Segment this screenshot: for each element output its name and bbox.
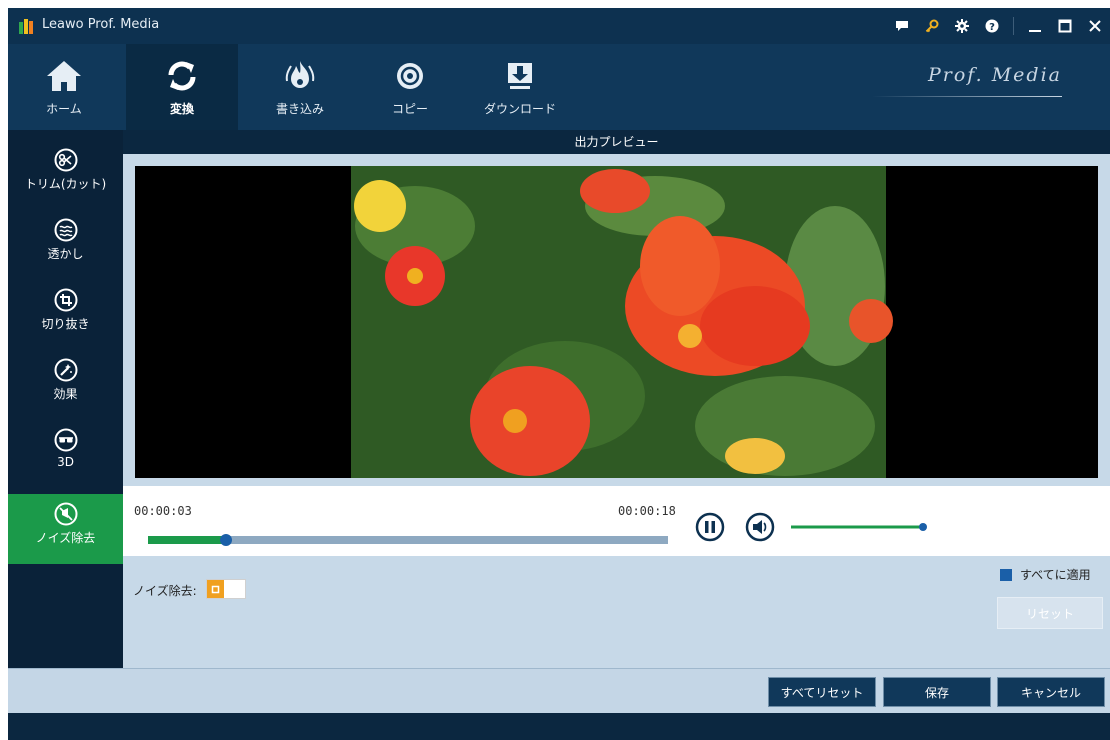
seek-fill: [148, 536, 226, 544]
app-title: Leawo Prof. Media: [42, 17, 160, 32]
apply-all-label: すべてに適用: [1020, 568, 1091, 582]
toggle-off-icon: [211, 585, 220, 593]
title-bar: Leawo Prof. Media ?: [8, 8, 1110, 44]
sidebar-item-label: 切り抜き: [41, 317, 90, 331]
sidebar-item-trim[interactable]: トリム(カット): [8, 140, 123, 210]
volume-fill: [791, 525, 923, 529]
brand-logo: Prof. Media: [927, 64, 1062, 86]
sidebar-item-label: トリム(カット): [24, 177, 107, 191]
tab-copy-label: コピー: [391, 102, 428, 116]
pause-button[interactable]: [695, 512, 725, 542]
main-panel: 出力プレビュー 00:00:03 00:00:18 ノイズ除去: すべてに適用 …: [123, 130, 1110, 668]
pause-icon: [695, 512, 725, 542]
brand-underline: [872, 96, 1062, 97]
reset-button[interactable]: リセット: [997, 597, 1103, 629]
speaker-icon: [745, 512, 775, 542]
sidebar-item-label: 透かし: [47, 247, 84, 261]
denoise-icon: [54, 502, 77, 526]
sidebar-item-crop[interactable]: 切り抜き: [8, 280, 123, 350]
copy-disc-icon: [397, 63, 423, 89]
reset-all-button[interactable]: すべてリセット: [768, 677, 876, 707]
tab-download-label: ダウンロード: [483, 102, 556, 116]
3d-glasses-icon: [54, 428, 77, 452]
minimize-icon[interactable]: [1020, 8, 1050, 44]
title-bar-icons: ?: [887, 8, 1110, 44]
save-button[interactable]: 保存: [883, 677, 991, 707]
denoise-settings: ノイズ除去: すべてに適用 リセット: [123, 556, 1110, 668]
playback-controls: 00:00:03 00:00:18: [123, 486, 1110, 556]
scissors-icon: [54, 148, 77, 172]
tab-convert[interactable]: 変換: [126, 44, 238, 130]
burn-icon: [285, 61, 315, 88]
checkbox-icon: [1000, 568, 1012, 581]
seek-bar[interactable]: [143, 531, 673, 549]
maximize-icon[interactable]: [1050, 8, 1080, 44]
title-separator: [1013, 17, 1014, 35]
apply-all-checkbox[interactable]: すべてに適用: [1000, 566, 1091, 583]
convert-icon: [168, 61, 196, 91]
tab-home-label: ホーム: [46, 102, 82, 116]
chat-icon[interactable]: [887, 8, 917, 44]
tab-convert-label: 変換: [169, 102, 194, 116]
video-preview[interactable]: [135, 166, 1098, 478]
sidebar-item-3d[interactable]: 3D: [8, 420, 123, 490]
tab-download[interactable]: ダウンロード: [464, 44, 576, 130]
cancel-button[interactable]: キャンセル: [997, 677, 1105, 707]
home-icon: [47, 61, 81, 91]
app-window: Leawo Prof. Media ? ホーム 変換 書き込み コピー ダウンロ…: [8, 8, 1110, 740]
noise-toggle[interactable]: [206, 579, 246, 599]
preview-title: 出力プレビュー: [123, 130, 1110, 154]
tab-burn[interactable]: 書き込み: [244, 44, 356, 130]
watermark-icon: [54, 218, 77, 242]
noise-label: ノイズ除去:: [133, 584, 197, 598]
download-icon: [508, 63, 532, 89]
volume-slider[interactable]: [787, 520, 937, 534]
seek-handle: [220, 534, 232, 546]
close-icon[interactable]: [1080, 8, 1110, 44]
sidebar-item-effect[interactable]: 効果: [8, 350, 123, 420]
tab-home[interactable]: ホーム: [8, 44, 120, 130]
crop-icon: [54, 288, 77, 312]
current-time: 00:00:03: [134, 504, 192, 518]
tab-burn-label: 書き込み: [275, 102, 324, 116]
tab-copy[interactable]: コピー: [354, 44, 466, 130]
total-time: 00:00:18: [618, 504, 676, 518]
status-bar: [8, 713, 1110, 740]
edit-sidebar: トリム(カット) 透かし 切り抜き 効果 3D ノイズ除去: [8, 130, 123, 668]
key-icon[interactable]: [917, 8, 947, 44]
gear-icon[interactable]: [947, 8, 977, 44]
sidebar-item-denoise[interactable]: ノイズ除去: [8, 494, 123, 564]
footer-bar: すべてリセット 保存 キャンセル: [8, 668, 1110, 713]
sidebar-item-label: 効果: [53, 387, 78, 401]
sidebar-item-label: ノイズ除去: [35, 531, 96, 545]
volume-handle: [919, 523, 927, 531]
toggle-knob: [207, 580, 224, 598]
video-frame-image: [135, 166, 1098, 478]
app-logo-icon: [19, 19, 33, 34]
effect-icon: [54, 358, 77, 382]
sidebar-item-watermark[interactable]: 透かし: [8, 210, 123, 280]
volume-button[interactable]: [745, 512, 775, 542]
sidebar-item-label: 3D: [57, 455, 74, 469]
svg-text:?: ?: [989, 22, 995, 33]
help-icon[interactable]: ?: [977, 8, 1007, 44]
main-toolbar: ホーム 変換 書き込み コピー ダウンロード Prof. Media: [8, 44, 1110, 130]
